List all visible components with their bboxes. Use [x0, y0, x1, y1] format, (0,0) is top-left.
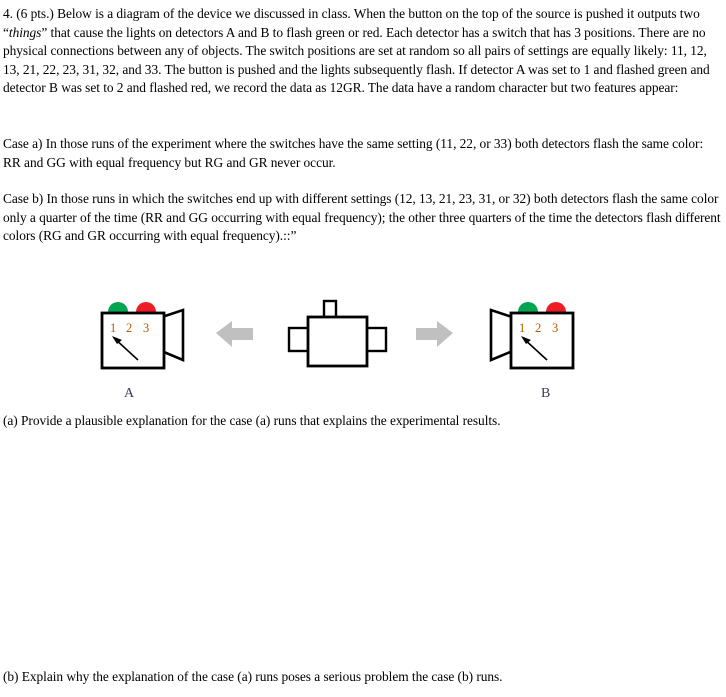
detector-a-switch-pos-1[interactable]: 1 — [110, 321, 116, 335]
detector-b-switch-pos-2[interactable]: 2 — [535, 321, 541, 335]
right-arrow-icon — [416, 321, 453, 347]
detector-a-label: A — [124, 386, 135, 401]
worksheet-page: 4. (6 pts.) Below is a diagram of the de… — [0, 0, 726, 697]
case-a-paragraph: Case a) In those runs of the experiment … — [3, 136, 704, 170]
source-device — [287, 299, 388, 368]
detector-a-switch-pos-3[interactable]: 3 — [143, 321, 149, 335]
detector-a-green-light — [108, 302, 128, 313]
detector-b-switch-pos-1[interactable]: 1 — [519, 321, 525, 335]
detector-a-red-light — [136, 302, 156, 313]
device-diagram: 1 2 3 1 2 3 — [0, 288, 726, 408]
detector-b-green-light — [518, 302, 538, 313]
detector-b-switch-pos-3[interactable]: 3 — [552, 321, 558, 335]
question-b-prompt: (b) Explain why the explanation of the c… — [3, 669, 503, 684]
question-a-prompt: (a) Provide a plausible explanation for … — [3, 413, 501, 428]
detector-a-switch-pos-2[interactable]: 2 — [126, 321, 132, 335]
left-arrow-icon — [216, 321, 253, 347]
case-b-paragraph: Case b) In those runs in which the switc… — [3, 191, 721, 244]
intro-text-part2: ” that cause the lights on detectors A a… — [3, 24, 710, 96]
source-button[interactable] — [322, 299, 338, 320]
source-body — [306, 315, 369, 368]
detector-b-red-light — [546, 302, 566, 313]
detector-a: 1 2 3 — [100, 302, 185, 370]
detector-b-label: B — [541, 386, 551, 401]
detector-b: 1 2 3 — [489, 302, 575, 370]
intro-italic-word: things — [8, 24, 42, 40]
intro-paragraph: 4. (6 pts.) Below is a diagram of the de… — [3, 5, 725, 98]
